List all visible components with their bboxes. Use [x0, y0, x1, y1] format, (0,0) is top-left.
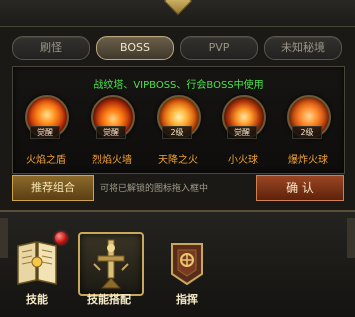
recommend-combo-button[interactable]: 推荐组合	[12, 175, 94, 201]
skill-book-icon[interactable]	[12, 236, 62, 288]
skill-slot[interactable]: 觉醒 火焰之盾	[17, 95, 75, 169]
nav-command[interactable]: 指挥	[154, 232, 220, 312]
tab-pvp[interactable]: PVP	[180, 36, 258, 60]
skill-badge: 2级	[292, 126, 322, 139]
skill-name: 天降之火	[158, 155, 198, 166]
command-banner-icon[interactable]	[162, 236, 212, 288]
nav-skill[interactable]: 技能	[4, 232, 70, 312]
nav-skill-combo[interactable]: 技能搭配	[76, 232, 144, 312]
confirm-button[interactable]: 确 认	[256, 175, 344, 201]
nav-label: 指挥	[176, 293, 198, 306]
sword-emblem-icon[interactable]	[78, 232, 144, 296]
top-ornament-icon	[163, 0, 193, 16]
skill-slot[interactable]: 觉醒 小火球	[214, 95, 272, 169]
usage-note: 战纹塔、VIPBOSS、行会BOSS中使用	[93, 80, 264, 91]
tab-row: 刷怪 BOSS PVP 未知秘境	[12, 36, 345, 60]
skill-slot[interactable]: 觉醒 烈焰火墙	[83, 95, 141, 169]
skill-name: 烈焰火墙	[92, 155, 132, 166]
skill-panel: 战纹塔、VIPBOSS、行会BOSS中使用 觉醒 火焰之盾 觉醒 烈焰火墙 2级…	[12, 66, 345, 174]
skill-name: 火焰之盾	[26, 155, 66, 166]
skill-badge: 觉醒	[227, 126, 257, 139]
right-chain-decoration	[347, 218, 355, 258]
skill-slot[interactable]: 2级 天降之火	[149, 95, 207, 169]
notification-gem-icon	[55, 232, 67, 244]
skill-badge: 觉醒	[96, 126, 126, 139]
tab-monster[interactable]: 刷怪	[12, 36, 90, 60]
skill-name: 爆炸火球	[288, 155, 328, 166]
skill-badge: 2级	[162, 126, 192, 139]
skill-badge: 觉醒	[30, 126, 60, 139]
drag-hint: 可将已解锁的图标拖入框中	[100, 184, 209, 194]
tab-unknown-realm[interactable]: 未知秘境	[264, 36, 342, 60]
nav-label: 技能	[26, 293, 48, 306]
skill-name: 小火球	[228, 155, 258, 166]
nav-label: 技能搭配	[87, 293, 131, 306]
top-bar	[0, 0, 355, 27]
tab-boss[interactable]: BOSS	[96, 36, 174, 60]
skill-slot[interactable]: 2级 爆炸火球	[279, 95, 337, 169]
